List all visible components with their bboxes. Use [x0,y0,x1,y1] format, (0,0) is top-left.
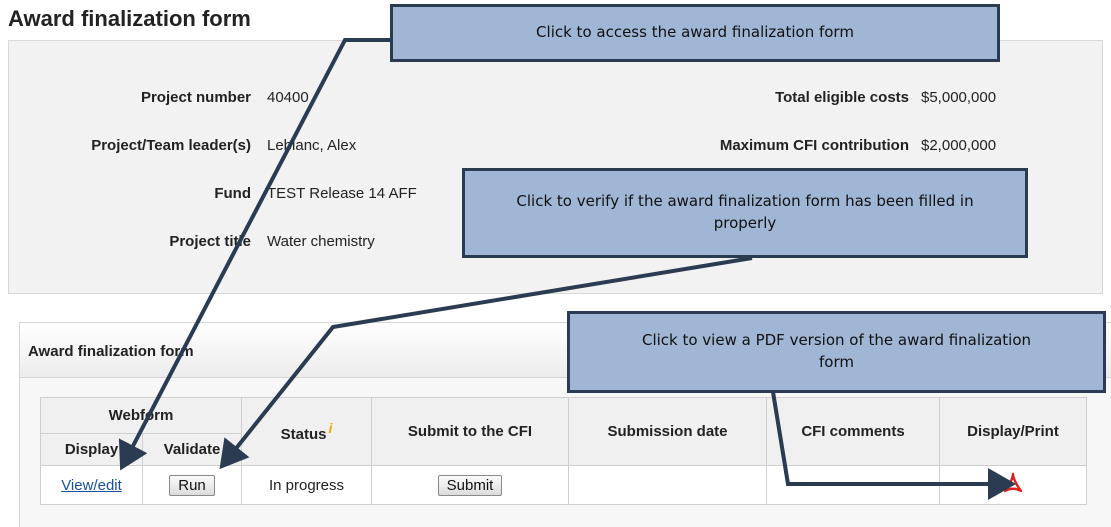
callout-access: Click to access the award finalization f… [390,4,1000,62]
callout-pdf: Click to view a PDF version of the award… [567,311,1106,393]
callout-verify: Click to verify if the award finalizatio… [462,168,1028,258]
callout-connectors [118,38,1016,500]
